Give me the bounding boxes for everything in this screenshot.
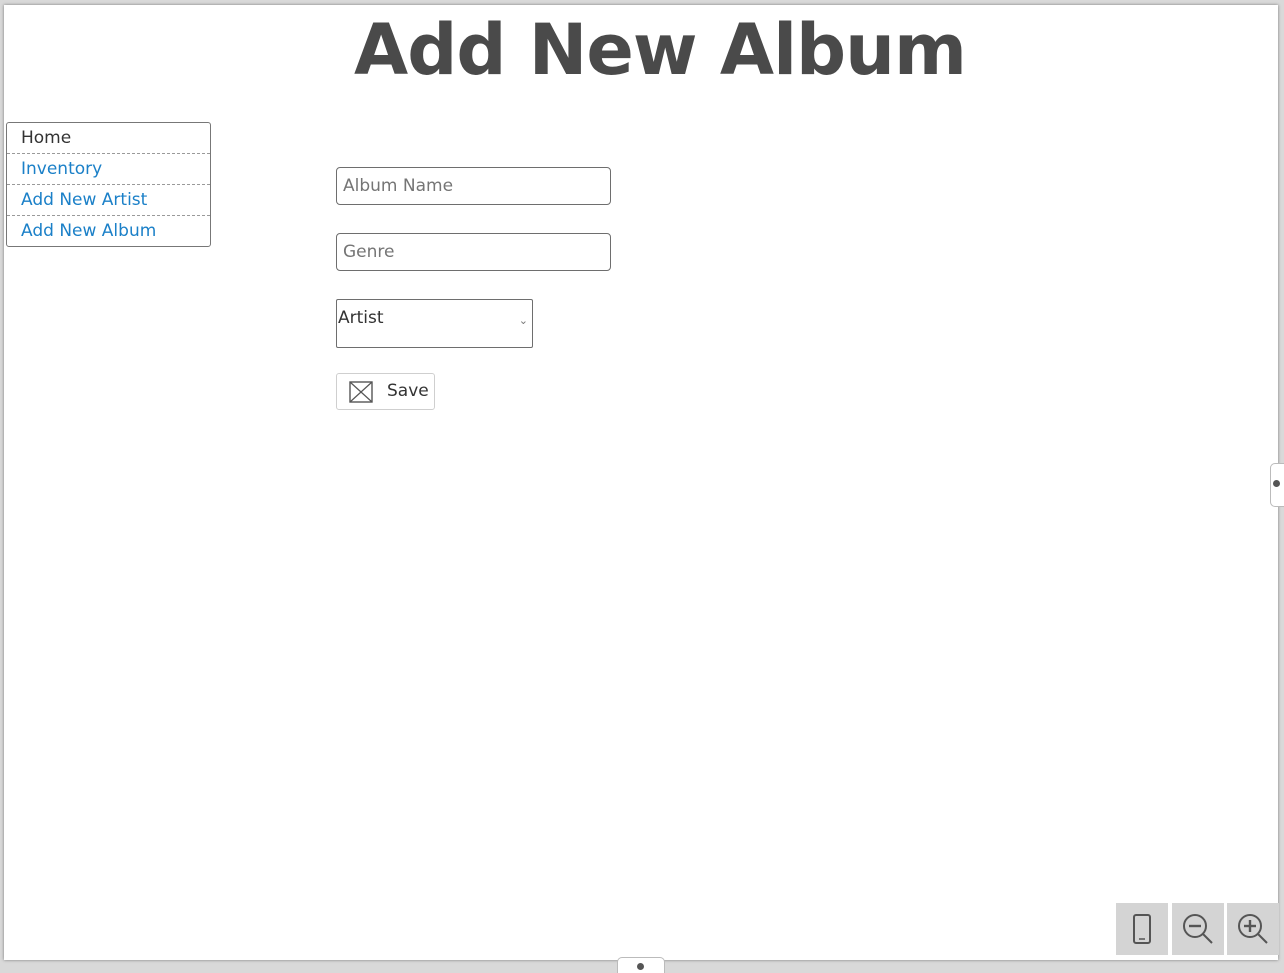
zoom-in-icon bbox=[1238, 914, 1268, 944]
artist-select-value: Artist bbox=[338, 308, 384, 328]
fit-to-device-button[interactable] bbox=[1116, 903, 1168, 955]
bottom-panel-handle[interactable] bbox=[617, 957, 665, 973]
zoom-in-button[interactable] bbox=[1227, 903, 1279, 955]
save-label: Save bbox=[387, 381, 429, 401]
nav-menu: Home Inventory Add New Artist Add New Al… bbox=[6, 122, 211, 247]
handle-dot bbox=[637, 963, 644, 970]
nav-item-add-new-album[interactable]: Add New Album bbox=[7, 216, 210, 246]
image-placeholder-icon bbox=[349, 381, 373, 403]
nav-item-add-new-artist[interactable]: Add New Artist bbox=[7, 185, 210, 216]
device-fit-icon bbox=[1133, 914, 1151, 944]
artist-select[interactable]: Artist ⌄ bbox=[336, 299, 533, 348]
zoom-out-button[interactable] bbox=[1172, 903, 1224, 955]
nav-item-home[interactable]: Home bbox=[7, 123, 210, 154]
zoom-out-icon bbox=[1183, 914, 1213, 944]
handle-dot bbox=[1273, 480, 1280, 487]
right-panel-handle[interactable] bbox=[1270, 463, 1284, 507]
page-title: Add New Album bbox=[354, 9, 967, 91]
genre-input[interactable] bbox=[336, 233, 611, 271]
nav-item-inventory[interactable]: Inventory bbox=[7, 154, 210, 185]
wireframe-canvas: Add New Album Home Inventory Add New Art… bbox=[4, 5, 1278, 960]
album-name-input[interactable] bbox=[336, 167, 611, 205]
save-button[interactable]: Save bbox=[336, 373, 435, 410]
chevron-down-icon: ⌄ bbox=[518, 314, 528, 327]
